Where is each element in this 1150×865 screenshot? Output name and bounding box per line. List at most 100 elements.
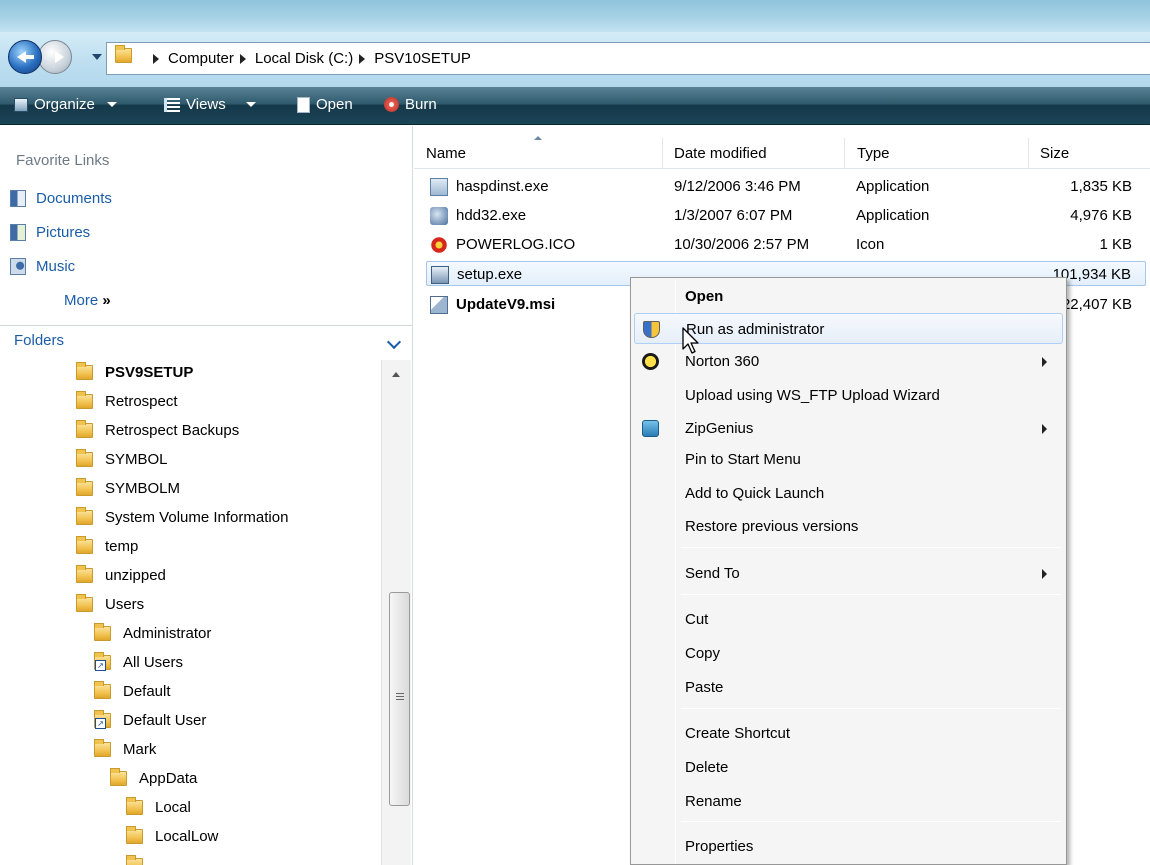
tree-item[interactable]: SYMBOL (76, 447, 168, 472)
file-row[interactable]: POWERLOG.ICO 10/30/2006 2:57 PM Icon 1 K… (426, 232, 1146, 257)
breadcrumb-separator-icon[interactable] (153, 53, 159, 64)
tree-item[interactable]: System Volume Information (76, 505, 288, 530)
column-header-name[interactable]: Name (426, 145, 466, 162)
tree-item-label: unzipped (105, 567, 166, 584)
address-bar[interactable]: Computer Local Disk (C:) PSV10SETUP (106, 42, 1150, 75)
menu-item-send-to[interactable]: Send To (634, 558, 1063, 589)
tree-item[interactable]: Retrospect (76, 389, 178, 414)
tree-item-label: SYMBOLM (105, 480, 181, 497)
favorite-link-label: Music (36, 258, 76, 275)
menu-item-delete[interactable]: Delete (634, 752, 1063, 783)
file-type: Application (856, 207, 930, 224)
file-name: setup.exe (457, 266, 523, 283)
breadcrumb-item-computer[interactable]: Computer (168, 50, 234, 67)
folder-icon (76, 449, 93, 467)
breadcrumb-item-local-disk[interactable]: Local Disk (C:) (255, 50, 353, 67)
tree-item[interactable]: AppData (110, 766, 197, 791)
norton-icon (642, 353, 659, 370)
folders-header[interactable]: Folders (14, 332, 64, 349)
favorite-link-pictures[interactable]: Pictures (10, 224, 90, 241)
tree-item[interactable]: SYMBOLM (76, 476, 180, 501)
menu-item-cut[interactable]: Cut (634, 604, 1063, 635)
menu-item-label: Delete (685, 759, 729, 776)
menu-item-label: Restore previous versions (685, 518, 859, 535)
menu-item-restore-previous-versions[interactable]: Restore previous versions (634, 511, 1063, 542)
tree-item-label: System Volume Information (105, 509, 289, 526)
breadcrumb-separator-icon[interactable] (239, 53, 246, 64)
folder-tree-scrollbar[interactable] (381, 360, 411, 865)
column-divider[interactable] (1028, 138, 1029, 168)
tree-item[interactable]: Retrospect Backups (76, 418, 239, 443)
chevron-down-icon[interactable] (386, 334, 402, 350)
tree-item[interactable]: Default (94, 679, 171, 704)
menu-item-zipgenius[interactable]: ZipGenius (634, 413, 1063, 444)
breadcrumb: Computer Local Disk (C:) PSV10SETUP (147, 50, 471, 67)
tree-item[interactable]: PSV9SETUP (76, 360, 193, 385)
tree-item[interactable]: Local (126, 795, 191, 820)
column-header-size[interactable]: Size (1040, 145, 1069, 162)
submenu-arrow-icon (1042, 357, 1047, 367)
music-icon (10, 258, 26, 275)
menu-separator (681, 547, 1061, 548)
tree-item[interactable]: Users (76, 592, 144, 617)
chevron-down-icon (106, 102, 117, 107)
open-button[interactable]: Open (297, 96, 353, 113)
column-header-date-modified[interactable]: Date modified (674, 145, 767, 162)
tree-item-label: Default User (123, 712, 207, 729)
favorite-link-label: Pictures (36, 224, 91, 241)
submenu-arrow-icon (1042, 569, 1047, 579)
tree-item[interactable] (126, 853, 143, 865)
folder-icon (126, 855, 143, 865)
tree-item[interactable]: LocalLow (126, 824, 218, 849)
column-header-type[interactable]: Type (857, 145, 890, 162)
disc-icon (384, 97, 399, 112)
column-divider[interactable] (844, 138, 845, 168)
recent-pages-dropdown-icon[interactable] (92, 54, 102, 60)
menu-item-properties[interactable]: Properties (634, 831, 1063, 862)
menu-item-create-shortcut[interactable]: Create Shortcut (634, 718, 1063, 749)
scrollbar-thumb[interactable] (389, 592, 410, 806)
folder-icon (76, 565, 93, 583)
breadcrumb-item-psv10setup[interactable]: PSV10SETUP (374, 50, 471, 67)
menu-item-label: Rename (685, 793, 742, 810)
views-button[interactable]: Views (164, 96, 256, 113)
favorite-link-music[interactable]: Music (10, 258, 75, 275)
folder-icon (94, 681, 111, 699)
organize-icon (14, 97, 28, 112)
command-toolbar: Organize Views Open Burn (0, 87, 1150, 125)
tree-item[interactable]: temp (76, 534, 138, 559)
burn-button[interactable]: Burn (384, 96, 437, 113)
column-divider[interactable] (662, 138, 663, 168)
file-date: 1/3/2007 6:07 PM (674, 207, 793, 224)
tree-item[interactable]: Default User (94, 708, 206, 733)
scroll-up-icon[interactable] (392, 372, 400, 377)
tree-item[interactable]: Administrator (94, 621, 211, 646)
forward-button[interactable] (38, 40, 72, 74)
tree-item[interactable]: unzipped (76, 563, 166, 588)
file-row[interactable]: haspdinst.exe 9/12/2006 3:46 PM Applicat… (426, 174, 1146, 199)
tree-item[interactable]: Mark (94, 737, 156, 762)
menu-item-label: Norton 360 (685, 353, 760, 370)
menu-item-copy[interactable]: Copy (634, 638, 1063, 669)
more-links-button[interactable]: More » (64, 292, 111, 309)
folder-icon (76, 391, 93, 409)
tree-item[interactable]: All Users (94, 650, 183, 675)
breadcrumb-separator-icon[interactable] (359, 53, 366, 64)
file-row[interactable]: hdd32.exe 1/3/2007 6:07 PM Application 4… (426, 203, 1146, 228)
menu-item-upload-ws-ftp[interactable]: Upload using WS_FTP Upload Wizard (634, 380, 1063, 411)
favorite-link-documents[interactable]: Documents (10, 190, 112, 207)
file-size: 22,407 KB (1061, 296, 1132, 313)
menu-item-open[interactable]: Open (634, 281, 1063, 312)
folder-icon (94, 623, 111, 641)
menu-item-rename[interactable]: Rename (634, 786, 1063, 817)
folder-icon (126, 826, 143, 844)
menu-item-label: Add to Quick Launch (685, 485, 825, 502)
favorite-links-header: Favorite Links (16, 152, 110, 169)
menu-item-add-to-quick-launch[interactable]: Add to Quick Launch (634, 478, 1063, 509)
document-icon (297, 96, 310, 113)
menu-item-label: Run as administrator (686, 321, 825, 338)
back-button[interactable] (8, 40, 42, 74)
organize-button[interactable]: Organize (14, 96, 117, 113)
menu-item-pin-to-start-menu[interactable]: Pin to Start Menu (634, 444, 1063, 475)
menu-item-paste[interactable]: Paste (634, 672, 1063, 703)
